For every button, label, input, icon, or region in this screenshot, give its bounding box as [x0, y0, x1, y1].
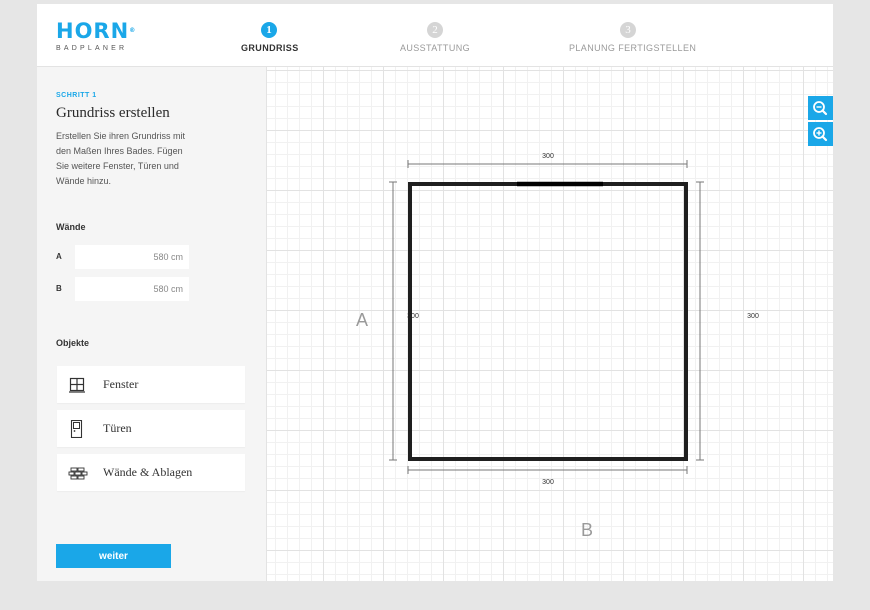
window-icon: [69, 377, 85, 393]
zoom-in-icon: [813, 101, 828, 116]
brick-wall-icon: [68, 467, 88, 480]
wall-b-input[interactable]: [75, 277, 189, 301]
dimension-bottom: [407, 466, 688, 474]
step-grundriss[interactable]: 1 GRUNDRISS: [241, 22, 299, 53]
registered-mark: ®: [129, 27, 137, 34]
wall-label: B: [56, 284, 62, 293]
step-kicker: SCHRITT 1: [56, 92, 97, 99]
step-ausstattung[interactable]: 2 AUSSTATTUNG: [397, 22, 473, 53]
step-number: 1: [261, 22, 277, 38]
app-window: HORN® BADPLANER 1 GRUNDRISS 2 AUSSTATTUN…: [37, 4, 833, 581]
add-wall-shelf-button[interactable]: Wände & Ablagen: [57, 454, 245, 491]
dimension-bottom-label: 300: [542, 479, 554, 486]
room-walls[interactable]: [408, 182, 688, 461]
walls-heading: Wände: [56, 222, 86, 232]
logo-subtitle: BADPLANER: [56, 45, 128, 52]
step-label: GRUNDRISS: [241, 43, 299, 53]
step-number: 3: [620, 22, 636, 38]
header: HORN® BADPLANER 1 GRUNDRISS 2 AUSSTATTUN…: [37, 4, 833, 67]
dimension-top: [407, 160, 688, 168]
logo: HORN® BADPLANER: [56, 20, 136, 52]
step-label: AUSSTATTUNG: [399, 43, 471, 53]
floorplan-drawing: 300 300 300 300 A B: [356, 153, 759, 540]
objects-heading: Objekte: [56, 338, 90, 348]
page-title: Grundriss erstellen: [56, 105, 170, 121]
step-label: PLANUNG FERTIGSTELLEN: [569, 43, 697, 53]
step-number: 2: [427, 22, 443, 38]
add-door-button[interactable]: Türen: [57, 410, 245, 447]
dimension-right-label: 300: [747, 313, 759, 320]
door-icon: [70, 420, 83, 438]
zoom-out-button[interactable]: [808, 122, 833, 146]
wall-a-letter: A: [356, 310, 368, 330]
zoom-out-icon: [813, 127, 828, 142]
next-button[interactable]: weiter: [56, 544, 171, 568]
sidebar: SCHRITT 1 Grundriss erstellen Erstellen …: [37, 67, 267, 581]
dimension-right: [696, 181, 704, 461]
object-label: Wände & Ablagen: [103, 465, 193, 479]
zoom-in-button[interactable]: [808, 96, 833, 120]
floorplan-canvas[interactable]: 300 300 300 300 A B: [267, 67, 833, 581]
add-window-button[interactable]: Fenster: [57, 366, 245, 403]
dimension-top-label: 300: [542, 153, 554, 160]
object-label: Fenster: [103, 377, 139, 391]
dimension-left: [389, 181, 397, 461]
wall-a-input[interactable]: [75, 245, 189, 269]
step-planung-fertigstellen[interactable]: 3 PLANUNG FERTIGSTELLEN: [569, 22, 697, 53]
wall-label: A: [56, 252, 62, 261]
wall-b-letter: B: [581, 520, 593, 540]
description: Erstellen Sie ihren Grundriss mit den Ma…: [56, 131, 186, 186]
object-label: Türen: [103, 421, 132, 435]
logo-brand: HORN®: [56, 19, 137, 43]
